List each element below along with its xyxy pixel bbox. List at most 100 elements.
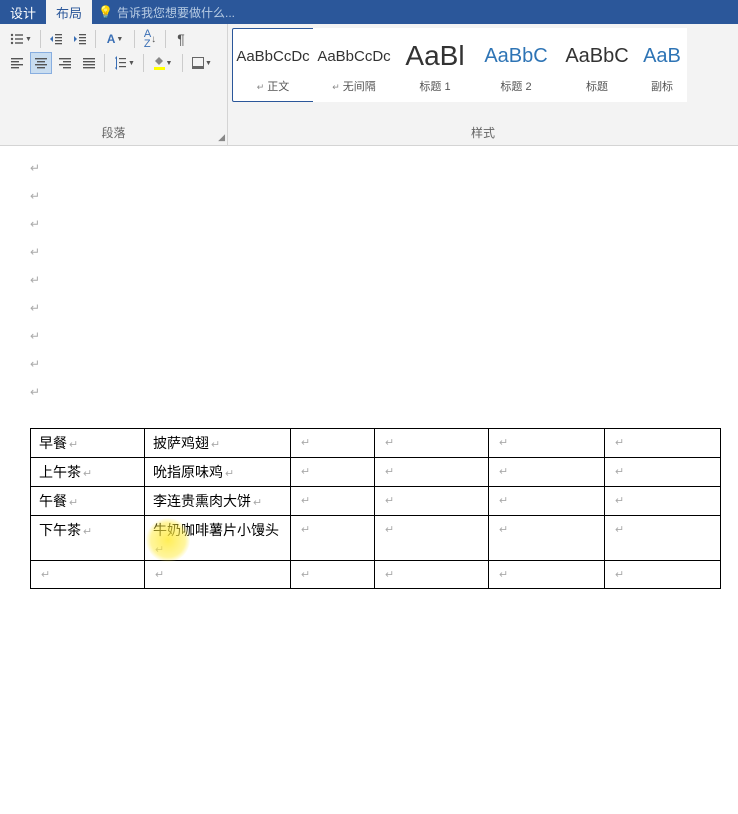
paragraph-mark-icon: ↵ (385, 495, 394, 507)
align-left-button[interactable] (6, 52, 28, 74)
chevron-down-icon: ▼ (166, 60, 173, 67)
asian-layout-button[interactable]: A▼ (100, 28, 130, 50)
paragraph-group-label: 段落 (101, 126, 125, 140)
table-cell[interactable]: ↵ (489, 516, 605, 561)
style-name-label: 无间隔 (343, 81, 376, 93)
paragraph-mark-icon: ↵ (69, 439, 78, 451)
cell-text: 披萨鸡翅 (153, 435, 209, 451)
meal-table[interactable]: 早餐↵披萨鸡翅↵↵↵↵↵上午茶↵吮指原味鸡↵↵↵↵↵午餐↵李连贵熏肉大饼↵↵↵↵… (30, 428, 721, 589)
style-subtitle[interactable]: AaB 副标 (637, 28, 687, 102)
styles-gallery: AaBbCcDc ↵ 正文 AaBbCcDc ↵ 无间隔 AaBl 标题 1 A… (228, 24, 738, 122)
increase-indent-button[interactable] (69, 28, 91, 50)
table-row: 上午茶↵吮指原味鸡↵↵↵↵↵ (31, 458, 721, 487)
style-no-spacing[interactable]: AaBbCcDc ↵ 无间隔 (313, 28, 395, 102)
table-cell[interactable]: 下午茶↵ (31, 516, 145, 561)
paragraph-mark-icon: ↵ (69, 497, 78, 509)
table-cell[interactable]: ↵ (291, 429, 375, 458)
style-normal[interactable]: AaBbCcDc ↵ 正文 (232, 28, 314, 102)
style-name-label: 副标 (651, 81, 673, 93)
style-preview: AaBbCcDc (236, 36, 309, 76)
style-title[interactable]: AaBbC 标题 (556, 28, 638, 102)
decrease-indent-button[interactable] (45, 28, 67, 50)
paragraph-mark-icon: ↵ (385, 524, 394, 536)
cell-text: 早餐 (39, 435, 67, 451)
table-cell[interactable]: ↵ (291, 516, 375, 561)
cell-text: 牛奶咖啡薯片小馒头 (153, 522, 279, 538)
table-cell[interactable]: ↵ (489, 561, 605, 589)
paragraph-mark-icon: ↵ (83, 526, 92, 538)
borders-button[interactable]: ▼ (187, 52, 217, 74)
paragraph-dialog-launcher[interactable]: ◢ (218, 132, 225, 143)
table-cell[interactable]: ↵ (375, 487, 489, 516)
paragraph-mark-icon: ↵ (385, 466, 394, 478)
table-cell[interactable]: 吮指原味鸡↵ (145, 458, 291, 487)
table-cell[interactable]: ↵ (291, 487, 375, 516)
table-cell[interactable]: 李连贵熏肉大饼↵ (145, 487, 291, 516)
chevron-down-icon: ▼ (116, 36, 123, 43)
style-preview: AaBbC (484, 36, 547, 76)
paragraph-mark-icon: ↵ (385, 569, 394, 581)
table-cell[interactable]: ↵ (605, 487, 721, 516)
styles-group-label: 样式 (471, 126, 495, 140)
ribbon-tabs: 设计 布局 💡 告诉我您想要做什么... (0, 0, 738, 24)
bullets-button[interactable]: ▼ (6, 28, 36, 50)
table-cell[interactable]: ↵ (605, 429, 721, 458)
paragraph-mark-icon: ↵ (301, 437, 310, 449)
table-cell[interactable]: ↵ (605, 458, 721, 487)
separator (40, 30, 41, 48)
paragraph-mark-icon: ↵ (615, 524, 624, 536)
line-spacing-button[interactable]: ▼ (109, 52, 139, 74)
table-cell[interactable]: ↵ (291, 458, 375, 487)
show-paragraph-marks-button[interactable]: ¶ (170, 28, 192, 50)
table-cell[interactable]: ↵ (605, 561, 721, 589)
document-area[interactable]: ↵↵↵↵↵ ↵↵↵↵ 早餐↵披萨鸡翅↵↵↵↵↵上午茶↵吮指原味鸡↵↵↵↵↵午餐↵… (0, 146, 738, 814)
shading-button[interactable]: ▼ (148, 52, 178, 74)
tell-me-search[interactable]: 💡 告诉我您想要做什么... (98, 4, 235, 21)
table-cell[interactable]: 披萨鸡翅↵ (145, 429, 291, 458)
lightbulb-icon: 💡 (98, 5, 113, 19)
separator (165, 30, 166, 48)
align-right-button[interactable] (54, 52, 76, 74)
paragraph-mark-icon: ↵ (155, 544, 164, 556)
border-swatch-icon (192, 57, 204, 69)
table-cell[interactable]: 早餐↵ (31, 429, 145, 458)
table-cell[interactable]: ↵ (605, 516, 721, 561)
cell-text: 李连贵熏肉大饼 (153, 493, 251, 509)
paragraph-mark-icon: ↵ (615, 569, 624, 581)
paragraph-mark-icon: ↵ (499, 495, 508, 507)
table-cell[interactable]: ↵ (375, 429, 489, 458)
chevron-down-icon: ▼ (205, 60, 212, 67)
paragraph-mark-icon: ↵ (253, 497, 262, 509)
align-center-button[interactable] (30, 52, 52, 74)
style-name-label: 正文 (267, 81, 289, 93)
paragraph-mark-icon: ↵ (499, 569, 508, 581)
table-cell[interactable]: ↵ (375, 516, 489, 561)
table-cell[interactable]: ↵ (375, 458, 489, 487)
table-cell[interactable]: ↵ (145, 561, 291, 589)
table-cell[interactable]: ↵ (291, 561, 375, 589)
chevron-down-icon: ▼ (128, 60, 135, 67)
table-cell[interactable]: ↵ (489, 487, 605, 516)
table-cell[interactable]: ↵ (375, 561, 489, 589)
tab-layout[interactable]: 布局 (46, 0, 92, 25)
table-row: 下午茶↵牛奶咖啡薯片小馒头↵↵↵↵↵ (31, 516, 721, 561)
table-cell[interactable]: 上午茶↵ (31, 458, 145, 487)
table-cell[interactable]: ↵ (31, 561, 145, 589)
separator (104, 54, 105, 72)
cell-text: 下午茶 (39, 522, 81, 538)
paragraph-mark-icon: ↵ (83, 468, 92, 480)
paragraph-group: ▼ A▼ AZ↓ ¶ (0, 24, 228, 145)
style-preview: AaBbC (565, 36, 628, 76)
paragraph-mark-icon: ↵ (385, 437, 394, 449)
style-heading2[interactable]: AaBbC 标题 2 (475, 28, 557, 102)
align-justify-button[interactable] (78, 52, 100, 74)
table-cell[interactable]: 午餐↵ (31, 487, 145, 516)
table-cell[interactable]: ↵ (489, 429, 605, 458)
paragraph-marks: ↵↵↵↵↵ ↵↵↵↵ (30, 154, 40, 406)
table-cell[interactable]: 牛奶咖啡薯片小馒头 ↵ (145, 516, 291, 561)
style-preview: AaBbCcDc (317, 36, 390, 76)
tab-design[interactable]: 设计 (0, 0, 46, 25)
table-cell[interactable]: ↵ (489, 458, 605, 487)
sort-button[interactable]: AZ↓ (139, 28, 161, 50)
style-heading1[interactable]: AaBl 标题 1 (394, 28, 476, 102)
